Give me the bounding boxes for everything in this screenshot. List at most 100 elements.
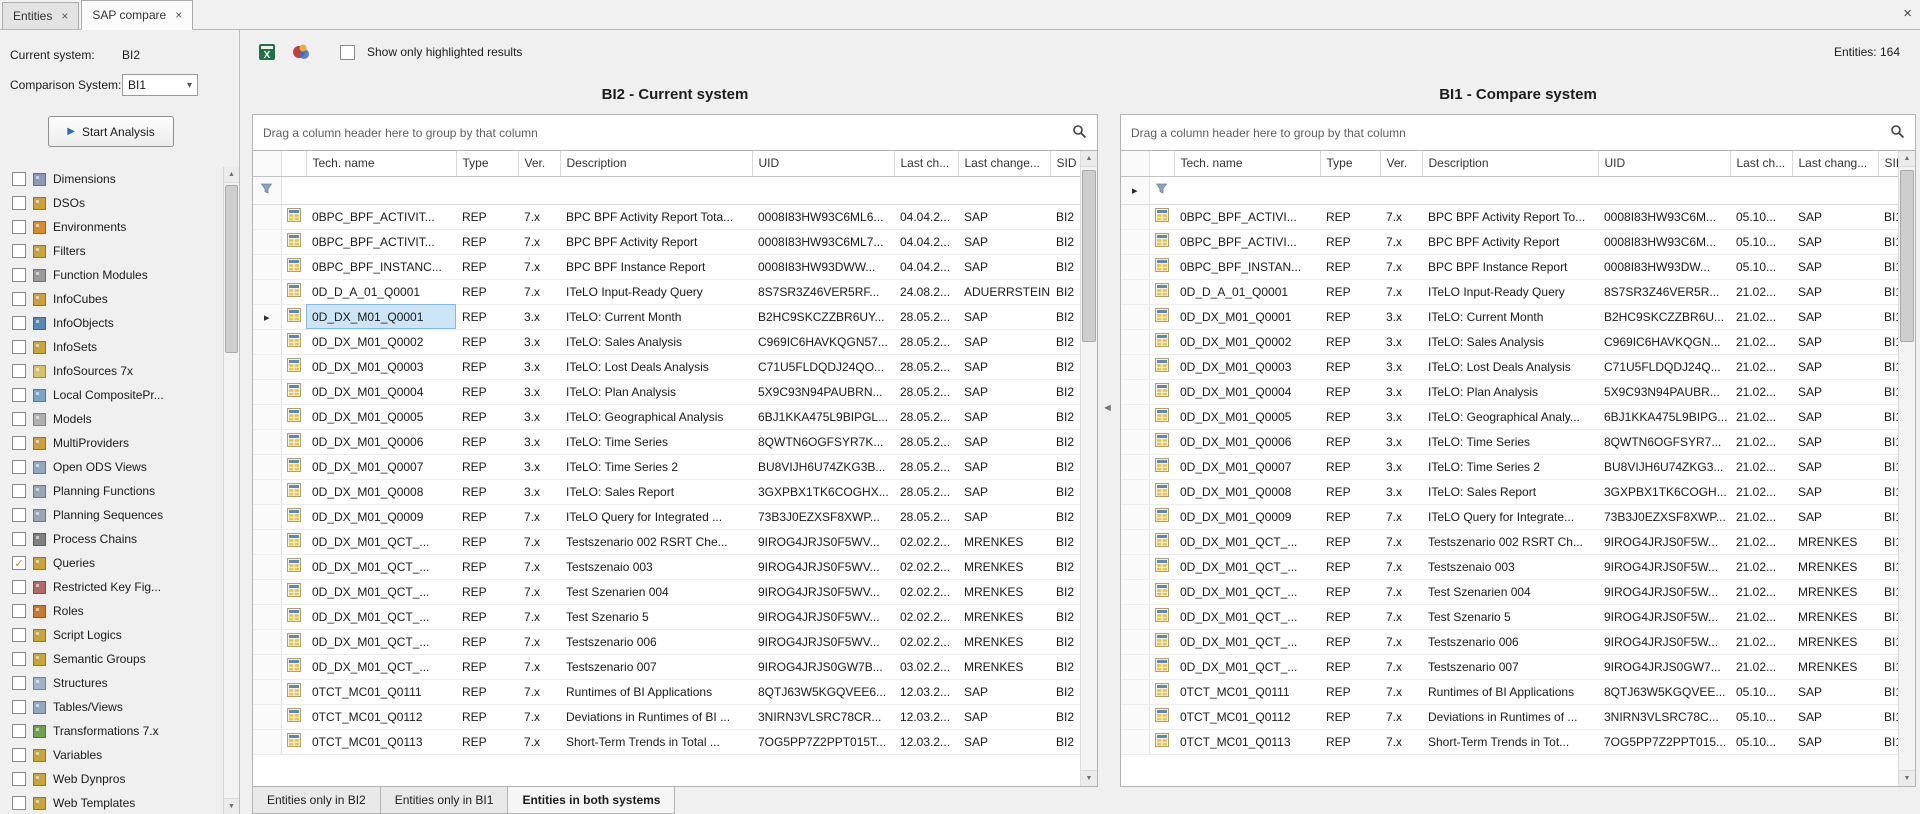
cell-uid[interactable]: 9IROG4JRJS0F5W... <box>1598 629 1730 654</box>
cell-last-changed-by[interactable]: MRENKES <box>958 579 1050 604</box>
cell-last-changed[interactable]: 05.10... <box>1730 729 1792 754</box>
table-row[interactable]: 0BPC_BPF_ACTIVIT...REP7.xBPC BPF Activit… <box>253 204 1097 229</box>
table-row[interactable]: 0TCT_MC01_Q0112REP7.xDeviations in Runti… <box>1121 704 1915 729</box>
cell-uid[interactable]: 6BJ1KKA475L9BIPG... <box>1598 404 1730 429</box>
cell-tech-name[interactable]: 0D_DX_M01_Q0002 <box>1174 329 1320 354</box>
filter-cell[interactable] <box>958 176 1050 204</box>
checkbox[interactable] <box>12 340 26 354</box>
cell-type[interactable]: REP <box>456 504 518 529</box>
cell-type[interactable]: REP <box>456 379 518 404</box>
cell-uid[interactable]: 9IROG4JRJS0F5W... <box>1598 529 1730 554</box>
filter-cell[interactable] <box>306 176 456 204</box>
cell-type[interactable]: REP <box>456 404 518 429</box>
cell-description[interactable]: BPC BPF Instance Report <box>560 254 752 279</box>
cell-tech-name[interactable]: 0D_DX_M01_QCT_... <box>1174 654 1320 679</box>
cell-tech-name[interactable]: 0TCT_MC01_Q0113 <box>306 729 456 754</box>
cell-last-changed[interactable]: 21.02... <box>1730 504 1792 529</box>
cell-type[interactable]: REP <box>456 229 518 254</box>
cell-last-changed[interactable]: 05.10... <box>1730 254 1792 279</box>
cell-tech-name[interactable]: 0TCT_MC01_Q0111 <box>306 679 456 704</box>
cell-type[interactable]: REP <box>456 629 518 654</box>
filter-cell[interactable] <box>456 176 518 204</box>
cell-type[interactable]: REP <box>1320 629 1380 654</box>
table-row[interactable]: 0D_DX_M01_Q0007REP3.xITeLO: Time Series … <box>253 454 1097 479</box>
cell-version[interactable]: 3.x <box>518 329 560 354</box>
tree-item-script-logics[interactable]: Script Logics <box>12 623 223 647</box>
column-header-description[interactable]: Description <box>1422 151 1598 176</box>
cell-version[interactable]: 7.x <box>1380 579 1422 604</box>
table-row[interactable]: 0BPC_BPF_INSTANC...REP7.xBPC BPF Instanc… <box>253 254 1097 279</box>
cell-last-changed[interactable]: 02.02.2... <box>894 629 958 654</box>
table-row[interactable]: 0BPC_BPF_INSTAN...REP7.xBPC BPF Instance… <box>1121 254 1915 279</box>
cell-uid[interactable]: 3GXPBX1TK6COGH... <box>1598 479 1730 504</box>
cell-type[interactable]: REP <box>456 654 518 679</box>
cell-uid[interactable]: 6BJ1KKA475L9BIPGL... <box>752 404 894 429</box>
cell-uid[interactable]: 9IROG4JRJS0F5WV... <box>752 629 894 654</box>
cell-version[interactable]: 7.x <box>1380 279 1422 304</box>
cell-description[interactable]: ITeLO Input-Ready Query <box>560 279 752 304</box>
tree-item-semantic-groups[interactable]: Semantic Groups <box>12 647 223 671</box>
cell-last-changed-by[interactable]: SAP <box>958 679 1050 704</box>
cell-description[interactable]: ITeLO: Current Month <box>1422 304 1598 329</box>
cell-description[interactable]: ITeLO: Geographical Analysis <box>560 404 752 429</box>
cell-last-changed-by[interactable]: SAP <box>1792 229 1878 254</box>
checkbox[interactable] <box>12 316 26 330</box>
cell-uid[interactable]: 5X9C93N94PAUBR... <box>1598 379 1730 404</box>
cell-last-changed[interactable]: 28.05.2... <box>894 379 958 404</box>
cell-description[interactable]: Runtimes of BI Applications <box>1422 679 1598 704</box>
checkbox[interactable] <box>12 172 26 186</box>
cell-version[interactable]: 7.x <box>1380 554 1422 579</box>
cell-version[interactable]: 3.x <box>518 454 560 479</box>
table-row[interactable]: 0D_DX_M01_QCT_...REP7.xTestszenaio 0039I… <box>1121 554 1915 579</box>
cell-version[interactable]: 3.x <box>1380 304 1422 329</box>
cell-tech-name[interactable]: 0TCT_MC01_Q0112 <box>306 704 456 729</box>
cell-last-changed-by[interactable]: MRENKES <box>1792 529 1878 554</box>
cell-type[interactable]: REP <box>456 304 518 329</box>
table-row[interactable]: 0BPC_BPF_ACTIVI...REP7.xBPC BPF Activity… <box>1121 229 1915 254</box>
table-row[interactable]: 0D_DX_M01_Q0004REP3.xITeLO: Plan Analysi… <box>253 379 1097 404</box>
cell-last-changed-by[interactable]: SAP <box>1792 354 1878 379</box>
cell-description[interactable]: Testszenaio 003 <box>560 554 752 579</box>
tree-item-planning-functions[interactable]: Planning Functions <box>12 479 223 503</box>
cell-tech-name[interactable]: 0D_DX_M01_QCT_... <box>1174 629 1320 654</box>
checkbox[interactable] <box>12 412 26 426</box>
cell-tech-name[interactable]: 0D_DX_M01_QCT_... <box>306 654 456 679</box>
column-header-last-chang[interactable]: Last chang... <box>1792 151 1878 176</box>
cell-version[interactable]: 7.x <box>518 229 560 254</box>
cell-last-changed[interactable]: 02.02.2... <box>894 579 958 604</box>
cell-last-changed-by[interactable]: SAP <box>1792 479 1878 504</box>
cell-last-changed-by[interactable]: MRENKES <box>1792 629 1878 654</box>
cell-version[interactable]: 7.x <box>518 679 560 704</box>
cell-type[interactable]: REP <box>1320 504 1380 529</box>
cell-description[interactable]: Testszenario 007 <box>1422 654 1598 679</box>
cell-type[interactable]: REP <box>456 329 518 354</box>
cell-last-changed[interactable]: 28.05.2... <box>894 504 958 529</box>
column-header-last-ch[interactable]: Last ch... <box>894 151 958 176</box>
tree-item-web-templates[interactable]: Web Templates <box>12 791 223 814</box>
tree-item-queries[interactable]: ✓Queries <box>12 551 223 575</box>
table-row[interactable]: 0BPC_BPF_ACTIVI...REP7.xBPC BPF Activity… <box>1121 204 1915 229</box>
tree-item-tables-views[interactable]: Tables/Views <box>12 695 223 719</box>
cell-last-changed-by[interactable]: ADUERRSTEIN <box>958 279 1050 304</box>
tab-sap-compare[interactable]: SAP compare × <box>81 0 193 30</box>
cell-version[interactable]: 7.x <box>1380 204 1422 229</box>
checkbox[interactable] <box>12 388 26 402</box>
cell-description[interactable]: ITeLO: Plan Analysis <box>1422 379 1598 404</box>
cell-version[interactable]: 7.x <box>1380 729 1422 754</box>
table-row[interactable]: 0D_DX_M01_QCT_...REP7.xTest Szenario 59I… <box>1121 604 1915 629</box>
cell-last-changed[interactable]: 28.05.2... <box>894 479 958 504</box>
cell-last-changed-by[interactable]: SAP <box>1792 304 1878 329</box>
cell-last-changed-by[interactable]: SAP <box>1792 329 1878 354</box>
checkbox[interactable] <box>12 676 26 690</box>
vertical-scrollbar[interactable]: ▲ ▼ <box>1080 151 1097 786</box>
cell-uid[interactable]: 0008I83HW93C6M... <box>1598 229 1730 254</box>
cell-tech-name[interactable]: 0D_DX_M01_Q0001 <box>1174 304 1320 329</box>
start-analysis-button[interactable]: ▶ Start Analysis <box>48 116 174 147</box>
checkbox[interactable] <box>12 748 26 762</box>
cell-type[interactable]: REP <box>1320 704 1380 729</box>
table-row[interactable]: 0D_DX_M01_Q0002REP3.xITeLO: Sales Analys… <box>1121 329 1915 354</box>
tree-item-infocubes[interactable]: InfoCubes <box>12 287 223 311</box>
tree-item-environments[interactable]: Environments <box>12 215 223 239</box>
cell-uid[interactable]: BU8VIJH6U74ZKG3... <box>1598 454 1730 479</box>
cell-version[interactable]: 3.x <box>1380 404 1422 429</box>
